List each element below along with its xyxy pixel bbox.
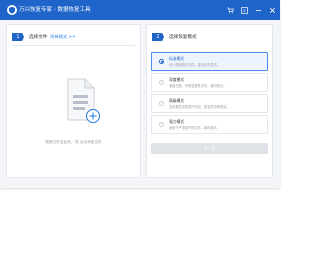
cart-icon[interactable]: [226, 6, 234, 14]
radio-button[interactable]: [159, 59, 164, 64]
title-bar: 万兴恢复专家 - 数据恢复工具: [0, 0, 280, 20]
file-type-link[interactable]: 所有格式 >>: [50, 34, 75, 40]
option-desc: 可以快速恢复文件，建议优先尝试。: [169, 63, 220, 67]
app-window: 万兴恢复专家 - 数据恢复工具 1 选择文件 所有格式 >> 拖拽文件至此处，或…: [0, 0, 280, 188]
minimize-icon[interactable]: [254, 6, 262, 14]
app-title: 万兴恢复专家 - 数据恢复工具: [19, 7, 91, 13]
next-button[interactable]: 下一步: [151, 143, 268, 154]
app-logo-icon: [7, 5, 17, 15]
mode-option-deep[interactable]: 深度模式 深度扫描，可恢复更多文件，耗时较长。: [151, 73, 268, 92]
divider: [12, 45, 135, 46]
add-file-icon[interactable]: [65, 78, 101, 124]
step-title: 选择恢复模式: [169, 35, 197, 40]
option-desc: 支持更复杂的损坏情况，恢复成功率更高。: [169, 105, 230, 109]
step-title: 选择文件: [29, 35, 48, 40]
drop-zone-hint: 拖拽文件至此处，或 点击添加文件: [45, 140, 102, 144]
radio-button[interactable]: [159, 80, 164, 85]
mode-select-panel: 2 选择恢复模式 标准模式 可以快速恢复文件，建议优先尝试。 深度模式 深度扫描…: [146, 24, 273, 178]
radio-button[interactable]: [159, 101, 164, 106]
radio-button[interactable]: [159, 122, 164, 127]
mode-option-power[interactable]: 强力模式 适用于严重损坏的文件，耗时最长。: [151, 115, 268, 134]
step-number-badge: 2: [152, 33, 164, 41]
file-select-panel: 1 选择文件 所有格式 >> 拖拽文件至此处，或 点击添加文件: [6, 24, 141, 178]
mode-option-standard[interactable]: 标准模式 可以快速恢复文件，建议优先尝试。: [151, 52, 268, 71]
option-desc: 深度扫描，可恢复更多文件，耗时较长。: [169, 84, 227, 88]
option-desc: 适用于严重损坏的文件，耗时最长。: [169, 126, 220, 130]
mode-option-advanced[interactable]: 高级模式 支持更复杂的损坏情况，恢复成功率更高。: [151, 94, 268, 113]
step-number-badge: 1: [12, 33, 24, 41]
account-icon[interactable]: [240, 6, 248, 14]
close-icon[interactable]: [268, 6, 276, 14]
